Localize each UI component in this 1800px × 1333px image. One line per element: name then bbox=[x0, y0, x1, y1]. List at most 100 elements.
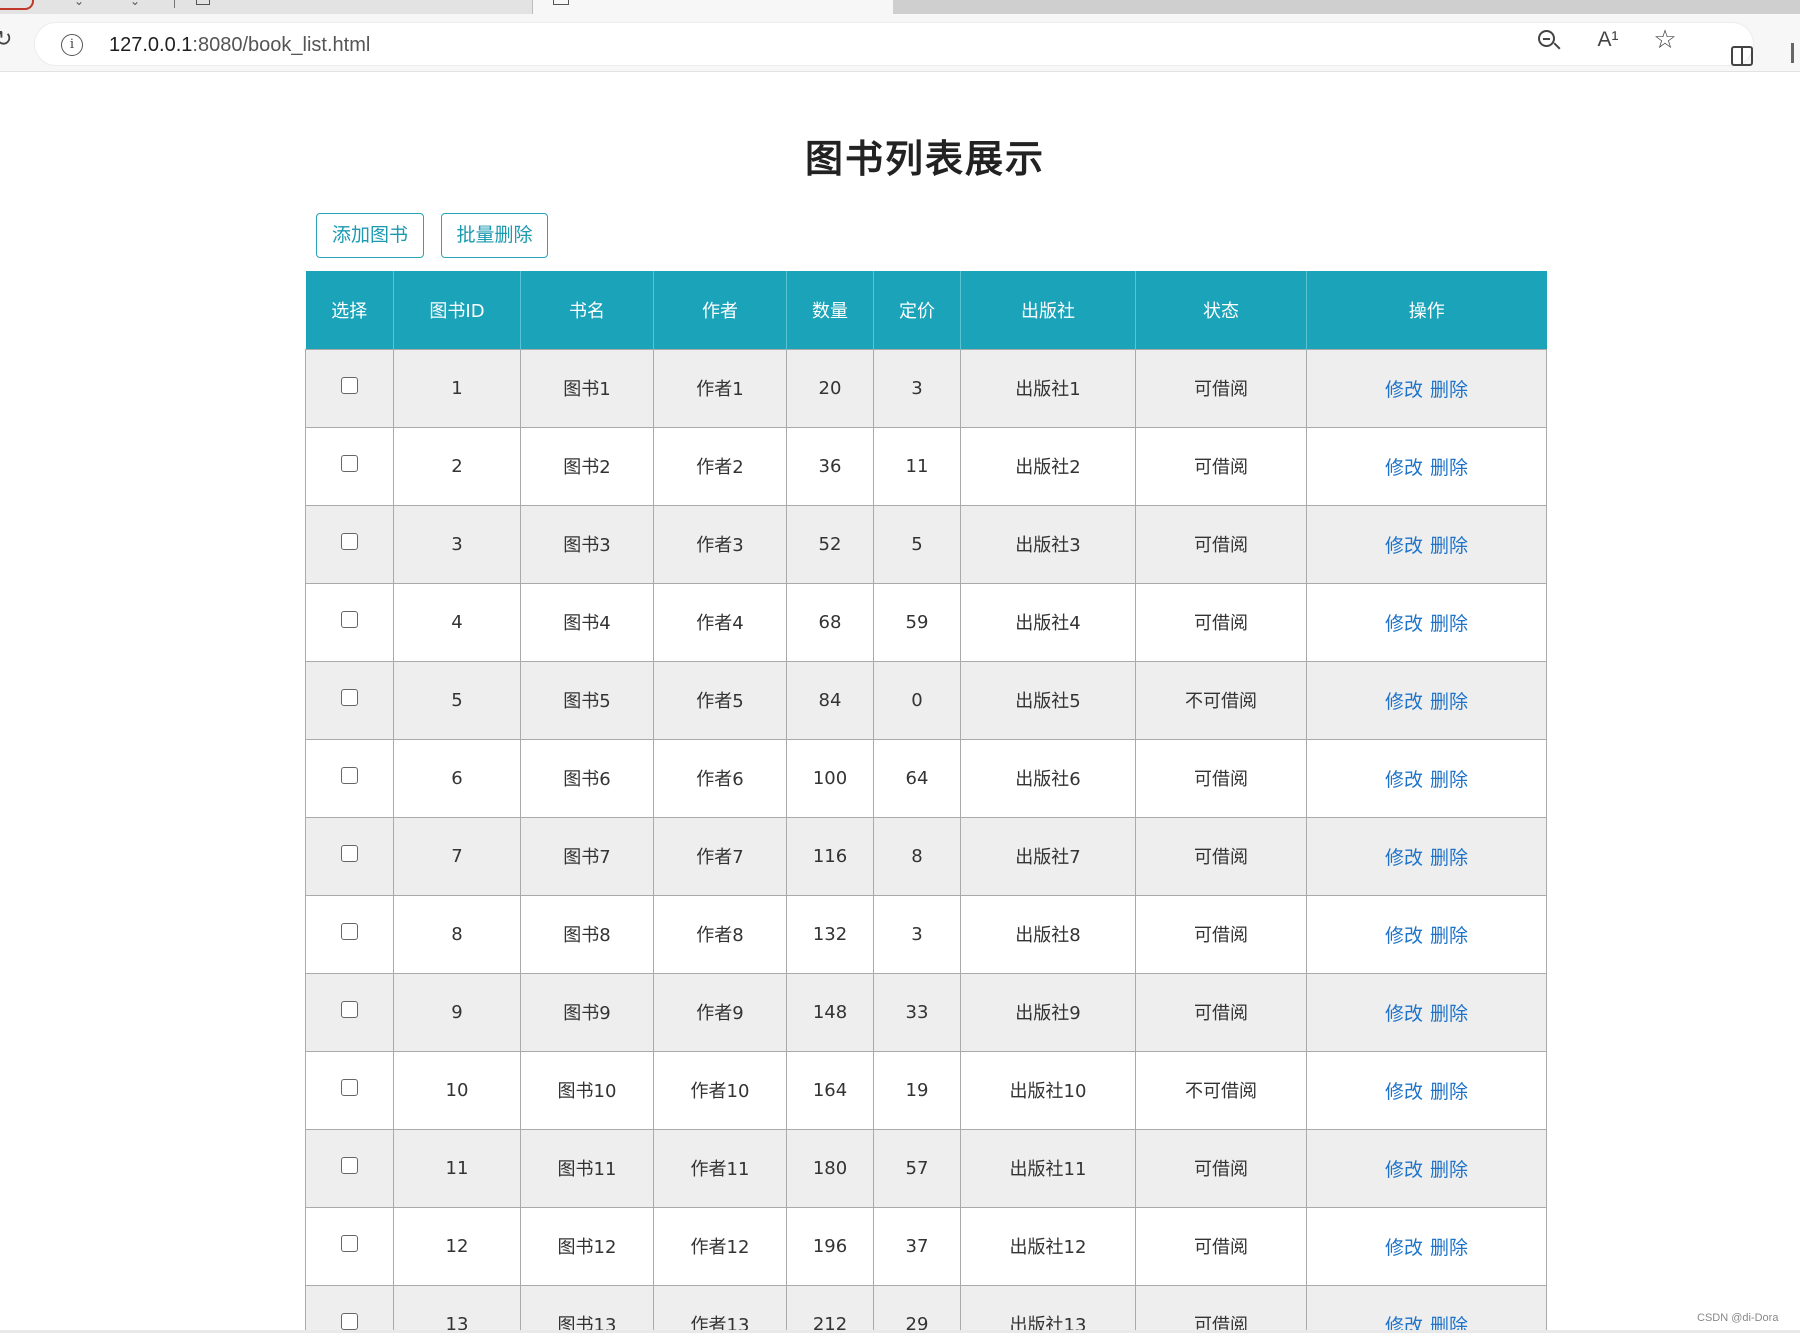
actions-cell: 修改 删除 bbox=[1306, 504, 1547, 584]
count-cell: 164 bbox=[786, 1050, 874, 1130]
delete-link[interactable]: 删除 bbox=[1430, 847, 1468, 869]
reload-icon[interactable]: ↻ bbox=[0, 29, 12, 51]
count-cell: 84 bbox=[786, 660, 874, 740]
publisher-cell: 出版社2 bbox=[960, 426, 1136, 506]
price-cell: 19 bbox=[873, 1050, 961, 1130]
actions-cell: 修改 删除 bbox=[1306, 660, 1547, 740]
select-cell bbox=[305, 1128, 394, 1208]
page-icon bbox=[553, 0, 569, 5]
count-cell: 52 bbox=[786, 504, 874, 584]
actions-cell: 修改 删除 bbox=[1306, 1284, 1547, 1333]
edit-link[interactable]: 修改 bbox=[1385, 535, 1423, 557]
edit-link[interactable]: 修改 bbox=[1385, 1081, 1423, 1103]
select-cell bbox=[305, 582, 394, 662]
delete-link[interactable]: 删除 bbox=[1430, 535, 1468, 557]
author-cell: 作者3 bbox=[653, 504, 787, 584]
delete-link[interactable]: 删除 bbox=[1430, 1237, 1468, 1259]
edit-link[interactable]: 修改 bbox=[1385, 613, 1423, 635]
edit-link[interactable]: 修改 bbox=[1385, 379, 1423, 401]
row-checkbox[interactable] bbox=[341, 1235, 358, 1252]
watermark: CSDN @di-Dora bbox=[1697, 1312, 1779, 1324]
row-checkbox[interactable] bbox=[341, 533, 358, 550]
batch-delete-button[interactable]: 批量删除 bbox=[441, 213, 548, 258]
select-cell bbox=[305, 972, 394, 1052]
delete-link[interactable]: 删除 bbox=[1430, 613, 1468, 635]
edit-link[interactable]: 修改 bbox=[1385, 1003, 1423, 1025]
author-cell: 作者6 bbox=[653, 738, 787, 818]
author-cell: 作者7 bbox=[653, 816, 787, 896]
price-cell: 5 bbox=[873, 504, 961, 584]
edit-link[interactable]: 修改 bbox=[1385, 691, 1423, 713]
info-icon[interactable]: i bbox=[61, 34, 83, 56]
actions-cell: 修改 删除 bbox=[1306, 426, 1547, 506]
row-checkbox[interactable] bbox=[341, 767, 358, 784]
edit-link[interactable]: 修改 bbox=[1385, 457, 1423, 479]
row-checkbox[interactable] bbox=[341, 1157, 358, 1174]
edit-link[interactable]: 修改 bbox=[1385, 925, 1423, 947]
tab-inactive[interactable]: ⌄ ⌄ bbox=[0, 0, 533, 14]
delete-link[interactable]: 删除 bbox=[1430, 1159, 1468, 1181]
book-id-cell: 7 bbox=[393, 816, 521, 896]
read-aloud-icon[interactable]: A¹ bbox=[1596, 28, 1620, 52]
book-name-cell: 图书13 bbox=[520, 1284, 654, 1333]
count-cell: 36 bbox=[786, 426, 874, 506]
actions-cell: 修改 删除 bbox=[1306, 1128, 1547, 1208]
row-checkbox[interactable] bbox=[341, 611, 358, 628]
price-cell: 64 bbox=[873, 738, 961, 818]
delete-link[interactable]: 删除 bbox=[1430, 1003, 1468, 1025]
row-checkbox[interactable] bbox=[341, 1001, 358, 1018]
address-bar[interactable]: i 127.0.0.1:8080/book_list.html bbox=[34, 22, 1754, 66]
delete-link[interactable]: 删除 bbox=[1430, 379, 1468, 401]
page-title: 图书列表展示 bbox=[804, 137, 1045, 181]
zoom-out-icon[interactable] bbox=[1537, 28, 1561, 52]
select-cell bbox=[305, 894, 394, 974]
select-cell bbox=[305, 504, 394, 584]
table-row: 6 图书6 作者6 100 64 出版社6 可借阅 修改 删除 bbox=[305, 738, 1547, 818]
author-cell: 作者2 bbox=[653, 426, 787, 506]
select-cell bbox=[305, 1050, 394, 1130]
row-checkbox[interactable] bbox=[341, 377, 358, 394]
book-name-cell: 图书6 bbox=[520, 738, 654, 818]
count-cell: 20 bbox=[786, 348, 874, 428]
overflow-edge-icon[interactable] bbox=[1791, 43, 1794, 63]
favorite-star-icon[interactable]: ☆ bbox=[1653, 27, 1677, 53]
edit-link[interactable]: 修改 bbox=[1385, 847, 1423, 869]
table-row: 2 图书2 作者2 36 11 出版社2 可借阅 修改 删除 bbox=[305, 426, 1547, 506]
url-text[interactable]: 127.0.0.1:8080/book_list.html bbox=[109, 34, 370, 56]
delete-link[interactable]: 删除 bbox=[1430, 1081, 1468, 1103]
tab-divider bbox=[174, 0, 175, 8]
book-id-cell: 4 bbox=[393, 582, 521, 662]
delete-link[interactable]: 删除 bbox=[1430, 691, 1468, 713]
split-screen-icon[interactable] bbox=[1731, 46, 1753, 66]
book-id-cell: 6 bbox=[393, 738, 521, 818]
delete-link[interactable]: 删除 bbox=[1430, 925, 1468, 947]
book-name-cell: 图书8 bbox=[520, 894, 654, 974]
row-checkbox[interactable] bbox=[341, 923, 358, 940]
status-cell: 可借阅 bbox=[1135, 582, 1307, 662]
book-id-cell: 1 bbox=[393, 348, 521, 428]
row-checkbox[interactable] bbox=[341, 1313, 358, 1330]
delete-link[interactable]: 删除 bbox=[1430, 457, 1468, 479]
book-name-cell: 图书10 bbox=[520, 1050, 654, 1130]
book-name-cell: 图书11 bbox=[520, 1128, 654, 1208]
row-checkbox[interactable] bbox=[341, 455, 358, 472]
author-cell: 作者8 bbox=[653, 894, 787, 974]
book-name-cell: 图书1 bbox=[520, 348, 654, 428]
table-row: 4 图书4 作者4 68 59 出版社4 可借阅 修改 删除 bbox=[305, 582, 1547, 662]
add-book-button[interactable]: 添加图书 bbox=[316, 213, 424, 258]
status-cell: 不可借阅 bbox=[1135, 1050, 1307, 1130]
actions-cell: 修改 删除 bbox=[1306, 1050, 1547, 1130]
status-cell: 可借阅 bbox=[1135, 348, 1307, 428]
count-cell: 196 bbox=[786, 1206, 874, 1286]
edit-link[interactable]: 修改 bbox=[1385, 1237, 1423, 1259]
select-cell bbox=[305, 426, 394, 506]
row-checkbox[interactable] bbox=[341, 689, 358, 706]
edit-link[interactable]: 修改 bbox=[1385, 769, 1423, 791]
row-checkbox[interactable] bbox=[341, 1079, 358, 1096]
edit-link[interactable]: 修改 bbox=[1385, 1159, 1423, 1181]
price-cell: 33 bbox=[873, 972, 961, 1052]
row-checkbox[interactable] bbox=[341, 845, 358, 862]
book-name-cell: 图书3 bbox=[520, 504, 654, 584]
table-row: 10 图书10 作者10 164 19 出版社10 不可借阅 修改 删除 bbox=[305, 1050, 1547, 1130]
delete-link[interactable]: 删除 bbox=[1430, 769, 1468, 791]
